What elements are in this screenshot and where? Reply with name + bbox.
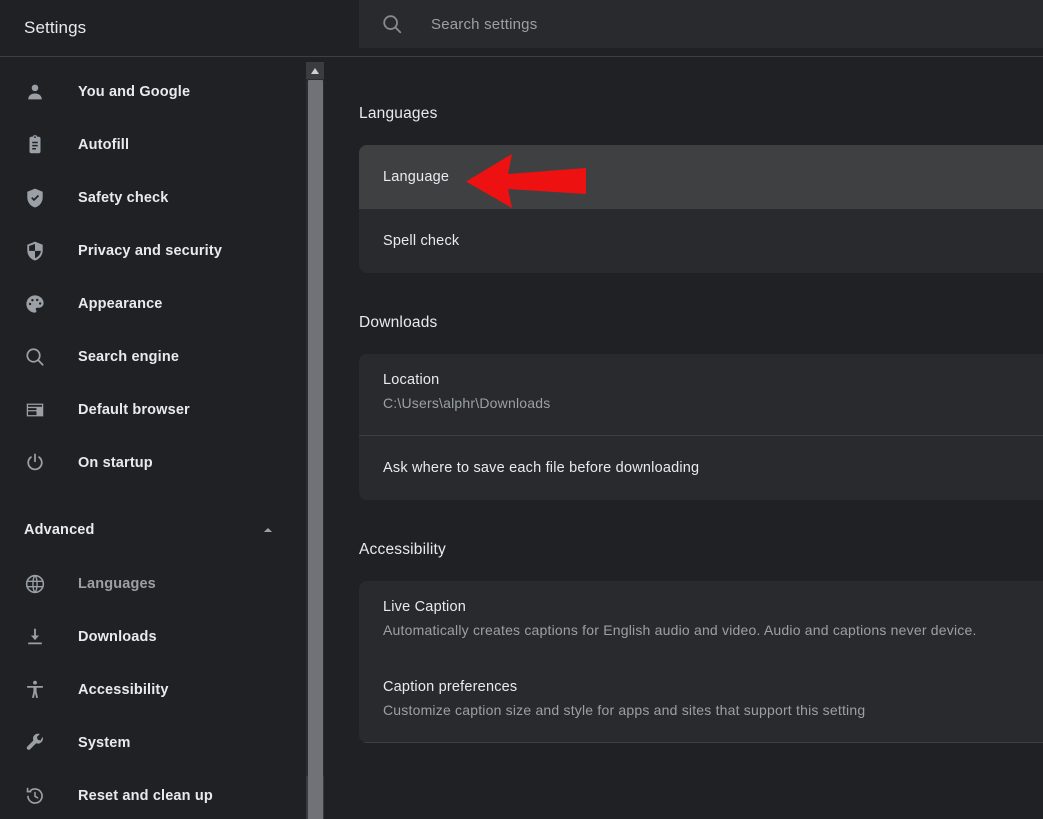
- shield-lock-icon: [24, 240, 46, 262]
- accessibility-card: Live Caption Automatically creates capti…: [359, 580, 1043, 744]
- row-ask-where-to-save[interactable]: Ask where to save each file before downl…: [359, 436, 1043, 500]
- row-title: Language: [383, 169, 450, 185]
- section-title-downloads: Downloads: [359, 314, 438, 331]
- page-title: Settings: [24, 18, 87, 37]
- sidebar-item-label: On startup: [78, 454, 153, 471]
- shield-check-icon: [24, 187, 46, 209]
- clipboard-icon: [24, 134, 46, 156]
- row-live-caption[interactable]: Live Caption Automatically creates capti…: [359, 581, 1043, 662]
- row-title: Ask where to save each file before downl…: [383, 459, 700, 476]
- sidebar-item-autofill[interactable]: Autofill: [0, 118, 327, 171]
- section-title-accessibility: Accessibility: [359, 540, 447, 558]
- power-icon: [24, 452, 46, 474]
- scroll-up-arrow-icon[interactable]: [306, 62, 324, 79]
- sidebar-item-appearance[interactable]: Appearance: [0, 277, 327, 330]
- sidebar-item-label: Safety check: [78, 189, 169, 206]
- sidebar-item-label: Downloads: [78, 628, 157, 645]
- row-caption-preferences[interactable]: Caption preferences Customize caption si…: [359, 661, 1043, 742]
- sidebar-item-label: Search engine: [78, 348, 180, 365]
- browser-window-icon: [24, 399, 46, 421]
- sidebar-item-label: Accessibility: [78, 681, 169, 698]
- section-title-languages: Languages: [359, 105, 438, 122]
- history-restore-icon: [24, 785, 46, 807]
- main-content: Languages Language Spell check Downloads…: [327, 57, 1043, 819]
- sidebar-section-advanced[interactable]: Advanced: [0, 503, 327, 557]
- row-language[interactable]: Language: [359, 145, 1043, 209]
- sidebar-nav: You and Google Autofill Safety check Pri…: [0, 57, 327, 819]
- sidebar-item-reset-and-clean-up[interactable]: Reset and clean up: [0, 769, 327, 819]
- row-subtitle: C:\Users\alphr\Downloads: [383, 395, 551, 411]
- palette-icon: [24, 293, 46, 315]
- search-settings-box[interactable]: Search settings: [359, 0, 1043, 48]
- row-title: Live Caption: [383, 598, 467, 615]
- wrench-icon: [24, 732, 46, 754]
- sidebar-item-system[interactable]: System: [0, 716, 327, 769]
- sidebar-item-label: System: [78, 734, 131, 751]
- scrollbar-thumb[interactable]: [308, 80, 323, 819]
- person-icon: [24, 81, 46, 103]
- search-icon: [24, 346, 46, 368]
- sidebar-item-search-engine[interactable]: Search engine: [0, 330, 327, 383]
- sidebar-item-label: Appearance: [78, 295, 163, 312]
- search-input[interactable]: Search settings: [431, 16, 537, 33]
- settings-window: Settings Search settings You and Google: [0, 0, 1043, 819]
- sidebar-item-label: Autofill: [78, 136, 130, 153]
- languages-card: Language Spell check: [359, 145, 1043, 273]
- sidebar-item-label: You and Google: [78, 83, 191, 100]
- sidebar-item-on-startup[interactable]: On startup: [0, 436, 327, 489]
- row-title: Caption preferences: [383, 679, 518, 696]
- sidebar-item-label: Default browser: [78, 401, 190, 418]
- row-title: Spell check: [383, 233, 460, 249]
- row-title: Location: [383, 372, 440, 388]
- sidebar-item-default-browser[interactable]: Default browser: [0, 383, 327, 436]
- download-icon: [24, 626, 46, 648]
- globe-icon: [24, 573, 46, 595]
- sidebar-item-privacy-and-security[interactable]: Privacy and security: [0, 224, 327, 277]
- sidebar-scrollbar[interactable]: [306, 62, 324, 819]
- sidebar-item-label: Reset and clean up: [78, 787, 213, 804]
- sidebar-item-safety-check[interactable]: Safety check: [0, 171, 327, 224]
- row-subtitle: Customize caption size and style for app…: [383, 702, 866, 719]
- downloads-card: Location C:\Users\alphr\Downloads Ask wh…: [359, 354, 1043, 500]
- chevron-up-icon[interactable]: [261, 523, 275, 537]
- row-download-location[interactable]: Location C:\Users\alphr\Downloads: [359, 354, 1043, 435]
- sidebar-item-label: Privacy and security: [78, 242, 223, 259]
- row-subtitle: Automatically creates captions for Engli…: [383, 621, 977, 638]
- sidebar-item-languages[interactable]: Languages: [0, 557, 327, 610]
- sidebar-item-accessibility[interactable]: Accessibility: [0, 663, 327, 716]
- sidebar-item-label: Languages: [78, 575, 156, 592]
- sidebar: You and Google Autofill Safety check Pri…: [0, 57, 327, 819]
- sidebar-section-label: Advanced: [24, 522, 95, 538]
- sidebar-item-you-and-google[interactable]: You and Google: [0, 65, 327, 118]
- row-divider: [359, 742, 1043, 744]
- accessibility-icon: [24, 679, 46, 701]
- sidebar-item-downloads[interactable]: Downloads: [0, 610, 327, 663]
- row-spell-check[interactable]: Spell check: [359, 209, 1043, 273]
- search-icon: [381, 13, 403, 35]
